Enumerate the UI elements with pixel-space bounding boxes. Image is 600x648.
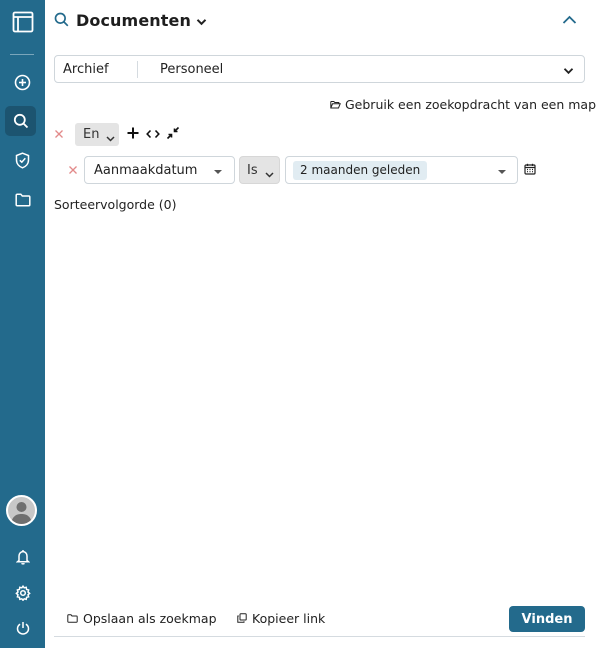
- archive-separator: [137, 61, 138, 78]
- bell-icon[interactable]: [0, 540, 45, 574]
- compress-icon[interactable]: [166, 126, 180, 144]
- avatar[interactable]: [6, 495, 37, 526]
- chevron-down-icon: [106, 131, 115, 146]
- find-button[interactable]: Vinden: [509, 606, 585, 632]
- logic-operator-select[interactable]: En: [75, 123, 119, 146]
- folder-icon[interactable]: [0, 183, 45, 217]
- chevron-down-icon[interactable]: [196, 15, 207, 30]
- condition-field-value: Aanmaakdatum: [94, 163, 198, 178]
- footer-divider: [54, 636, 585, 637]
- gear-icon[interactable]: [0, 576, 45, 610]
- plus-circle-icon[interactable]: [0, 65, 45, 99]
- copy-link-label: Kopieer link: [252, 611, 326, 626]
- search-icon[interactable]: [5, 106, 36, 136]
- chevron-down-icon: [265, 167, 274, 182]
- collapse-chevron-up-icon[interactable]: [562, 14, 577, 29]
- save-search-folder-link[interactable]: Opslaan als zoekmap: [67, 611, 217, 626]
- code-icon[interactable]: [146, 128, 160, 143]
- calendar-icon[interactable]: [524, 163, 536, 179]
- use-folder-query-link[interactable]: Gebruik een zoekopdracht van een map: [330, 97, 596, 112]
- sort-order-label[interactable]: Sorteervolgorde (0): [54, 197, 176, 212]
- caret-down-icon: [214, 170, 222, 174]
- condition-comparator-value: Is: [247, 163, 258, 178]
- page-title: Documenten: [76, 11, 191, 30]
- folder-icon: [67, 611, 78, 626]
- sidebar: [0, 0, 45, 648]
- remove-group-icon[interactable]: [54, 128, 64, 142]
- remove-condition-icon[interactable]: [68, 164, 78, 178]
- archive-value: Personeel: [160, 62, 224, 77]
- power-icon[interactable]: [0, 611, 45, 645]
- save-search-folder-label: Opslaan als zoekmap: [83, 611, 217, 626]
- caret-down-icon: [498, 170, 506, 174]
- use-folder-query-label: Gebruik een zoekopdracht van een map: [345, 97, 597, 112]
- copy-icon: [237, 611, 247, 626]
- chevron-down-icon: [563, 64, 574, 79]
- condition-comparator-select[interactable]: Is: [239, 156, 280, 184]
- search-icon: [54, 12, 69, 31]
- shield-icon[interactable]: [0, 143, 45, 177]
- condition-value-select[interactable]: 2 maanden geleden: [285, 156, 518, 184]
- add-condition-icon[interactable]: [126, 126, 140, 144]
- archive-select[interactable]: Archief Personeel: [54, 55, 585, 83]
- logic-operator-value: En: [83, 127, 100, 142]
- archive-label: Archief: [63, 62, 109, 77]
- copy-link[interactable]: Kopieer link: [237, 611, 325, 626]
- condition-value-tag: 2 maanden geleden: [293, 161, 428, 180]
- app-logo-icon[interactable]: [0, 5, 45, 39]
- folder-open-icon: [330, 97, 341, 112]
- condition-field-select[interactable]: Aanmaakdatum: [84, 156, 235, 184]
- sidebar-divider: [10, 54, 34, 55]
